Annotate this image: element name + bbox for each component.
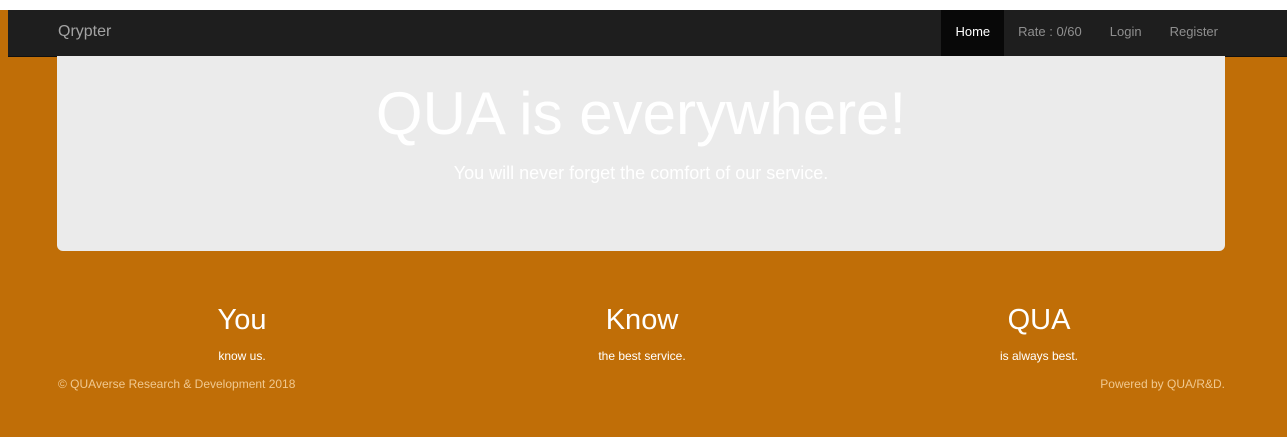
feature-heading: You <box>217 304 267 336</box>
feature-column-you: You know us. <box>47 300 437 364</box>
feature-heading: QUA <box>1007 304 1071 336</box>
nav-links: Home Rate : 0/60 Login Register <box>941 10 1232 56</box>
nav-register-link[interactable]: Register <box>1156 10 1232 56</box>
hero-jumbotron: QUA is everywhere! You will never forget… <box>57 56 1225 251</box>
feature-column-qua: QUA is always best. <box>844 300 1234 364</box>
footer-powered-by: Powered by QUA/R&D. <box>1100 377 1225 391</box>
feature-column-know: Know the best service. <box>447 300 837 364</box>
brand-link[interactable]: Qrypter <box>58 10 111 56</box>
hero-title: QUA is everywhere! <box>375 80 907 147</box>
nav-rate-link[interactable]: Rate : 0/60 <box>1004 10 1096 56</box>
nav-login-link[interactable]: Login <box>1096 10 1156 56</box>
feature-text: is always best. <box>999 349 1079 363</box>
nav-home-link[interactable]: Home <box>941 10 1005 56</box>
hero-subtitle: You will never forget the comfort of our… <box>453 163 829 183</box>
top-strip <box>0 0 1287 10</box>
feature-text: the best service. <box>598 349 686 363</box>
footer-copyright: © QUAverse Research & Development 2018 <box>58 377 296 391</box>
feature-text: know us. <box>218 349 266 363</box>
feature-heading: Know <box>605 304 679 336</box>
navbar: Qrypter Home Rate : 0/60 Login Register <box>8 10 1287 57</box>
